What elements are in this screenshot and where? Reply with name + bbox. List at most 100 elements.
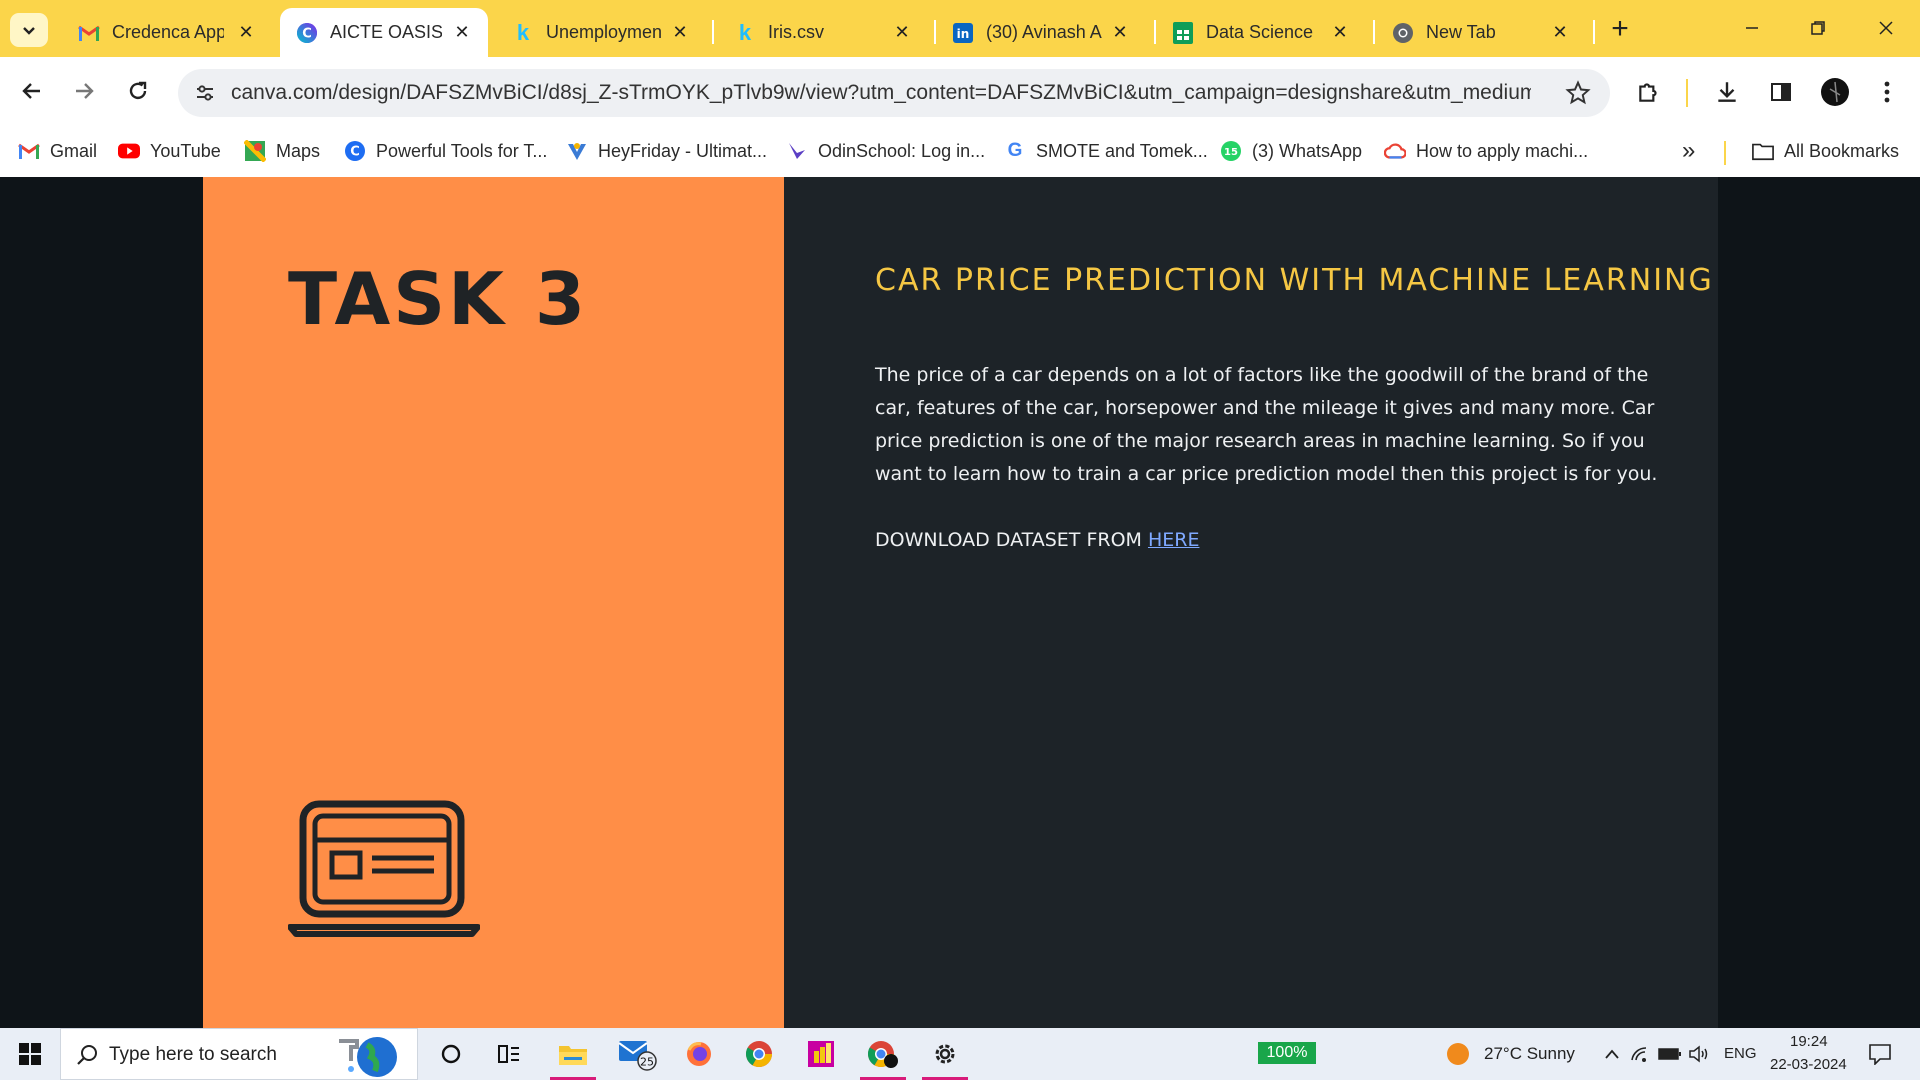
youtube-icon	[118, 140, 140, 162]
chevron-up-icon	[1605, 1049, 1619, 1059]
slide-left-panel: TASK 3	[203, 177, 784, 1028]
clock-time[interactable]: 19:24	[1790, 1033, 1828, 1050]
bookmarks-overflow-button[interactable]: »	[1682, 135, 1695, 167]
bookmark-label: Gmail	[50, 140, 98, 161]
download-dataset-link[interactable]: HERE	[1148, 529, 1200, 551]
odinschool-icon	[786, 140, 808, 162]
chrome-active-app[interactable]	[858, 1032, 908, 1080]
tab-credenca[interactable]: Credenca Appl ✕	[62, 8, 272, 57]
tab-title: Data Science In	[1206, 22, 1316, 42]
tab-title: AICTE OASIS IN	[330, 22, 442, 42]
minimize-button[interactable]	[1732, 10, 1772, 46]
close-icon[interactable]: ✕	[1548, 20, 1572, 44]
battery-percentage[interactable]: 100%	[1258, 1042, 1316, 1064]
site-info-icon[interactable]	[190, 78, 220, 108]
browser-toolbar: canva.com/design/DAFSZMvBiCI/d8sj_Z-sTrm…	[0, 57, 1920, 127]
tab-new-tab[interactable]: New Tab ✕	[1376, 8, 1586, 57]
bookmark-smote[interactable]: G SMOTE and Tomek...	[1004, 135, 1208, 167]
tab-linkedin[interactable]: in (30) Avinash Ar ✕	[936, 8, 1146, 57]
svg-text:25: 25	[640, 1056, 654, 1069]
back-button[interactable]	[14, 73, 50, 109]
clock-date[interactable]: 22-03-2024	[1770, 1056, 1847, 1073]
mail-app[interactable]: 25	[612, 1032, 662, 1076]
side-panel-button[interactable]	[1764, 75, 1798, 109]
bookmark-how-to-apply[interactable]: How to apply machi...	[1384, 135, 1588, 167]
bookmark-maps[interactable]: Maps	[244, 135, 320, 167]
battery-icon[interactable]	[1658, 1042, 1682, 1066]
close-icon[interactable]: ✕	[234, 20, 258, 44]
puzzle-icon	[1639, 83, 1657, 102]
windows-logo-icon	[19, 1043, 41, 1065]
all-bookmarks-button[interactable]: All Bookmarks	[1752, 135, 1899, 167]
reload-icon	[129, 81, 147, 100]
gmail-icon	[18, 140, 40, 162]
bookmark-gmail[interactable]: Gmail	[18, 135, 97, 167]
close-icon	[1879, 21, 1893, 35]
notifications-button[interactable]	[1868, 1042, 1892, 1066]
close-icon[interactable]: ✕	[1108, 20, 1132, 44]
laptop-icon	[288, 800, 480, 937]
chrome-app[interactable]	[734, 1032, 784, 1076]
close-icon[interactable]: ✕	[1328, 20, 1352, 44]
profile-avatar[interactable]	[1818, 75, 1852, 109]
bookmark-star-icon[interactable]	[1564, 79, 1592, 107]
tab-iris-csv[interactable]: k Iris.csv ✕	[718, 8, 928, 57]
tab-aicte-oasis[interactable]: C AICTE OASIS IN ✕	[280, 8, 488, 57]
close-icon[interactable]: ✕	[890, 20, 914, 44]
bookmark-youtube[interactable]: YouTube	[118, 135, 221, 167]
bookmark-whatsapp[interactable]: 15 (3) WhatsApp	[1220, 135, 1362, 167]
firefox-app[interactable]	[674, 1032, 724, 1076]
file-explorer-app[interactable]	[548, 1032, 598, 1080]
extensions-button[interactable]	[1632, 75, 1666, 109]
bookmark-odinschool[interactable]: OdinSchool: Log in...	[786, 135, 985, 167]
show-hidden-icons-button[interactable]	[1600, 1042, 1624, 1066]
browser-menu-button[interactable]	[1870, 75, 1904, 109]
forward-button[interactable]	[66, 73, 102, 109]
taskbar-search-box[interactable]: Type here to search	[60, 1028, 418, 1080]
task-title: TASK 3	[288, 257, 589, 341]
language-indicator[interactable]: ENG	[1724, 1045, 1757, 1062]
weather-sun-icon[interactable]	[1446, 1042, 1470, 1066]
svg-text:C: C	[302, 26, 312, 41]
whatsapp-icon: 15	[1220, 140, 1242, 162]
restore-button[interactable]	[1798, 10, 1838, 46]
svg-text:in: in	[957, 27, 970, 41]
url-text[interactable]: canva.com/design/DAFSZMvBiCI/d8sj_Z-sTrm…	[231, 81, 1531, 105]
address-bar[interactable]: canva.com/design/DAFSZMvBiCI/d8sj_Z-sTrm…	[178, 69, 1610, 117]
tab-title: (30) Avinash Ar	[986, 22, 1102, 42]
bookmark-label: How to apply machi...	[1416, 140, 1589, 161]
tab-data-science[interactable]: Data Science In ✕	[1156, 8, 1366, 57]
folder-icon	[559, 1046, 587, 1065]
close-icon[interactable]: ✕	[668, 20, 692, 44]
close-window-button[interactable]	[1866, 10, 1906, 46]
settings-app[interactable]	[920, 1032, 970, 1080]
cloud-icon	[1384, 140, 1406, 162]
google-icon: G	[1007, 140, 1023, 161]
bookmark-label: (3) WhatsApp	[1252, 140, 1363, 161]
new-tab-button[interactable]: +	[1605, 12, 1635, 45]
download-dataset-label: DOWNLOAD DATASET FROM	[875, 529, 1148, 551]
linkedin-icon: in	[952, 22, 974, 44]
reload-button[interactable]	[120, 73, 156, 109]
tab-unemployment[interactable]: k Unemploymen ✕	[496, 8, 706, 57]
close-icon[interactable]: ✕	[450, 20, 474, 44]
downloads-button[interactable]	[1710, 75, 1744, 109]
tab-separator	[1373, 20, 1375, 44]
start-button[interactable]	[0, 1028, 60, 1080]
powerbi-app[interactable]	[796, 1032, 846, 1076]
task-view-button[interactable]	[484, 1032, 534, 1076]
arrow-left-icon	[22, 83, 40, 99]
windows-taskbar: Type here to search 25 100% 27°C Sunny E…	[0, 1028, 1920, 1080]
tab-search-button[interactable]	[10, 13, 48, 47]
kaggle-icon: k	[516, 19, 530, 45]
bookmark-powerful-tools[interactable]: C Powerful Tools for T...	[344, 135, 547, 167]
wifi-icon[interactable]	[1628, 1042, 1652, 1066]
bookmark-label: Maps	[276, 140, 321, 161]
cortana-button[interactable]	[426, 1032, 476, 1076]
weather-text[interactable]: 27°C Sunny	[1484, 1044, 1575, 1064]
volume-icon[interactable]	[1688, 1042, 1712, 1066]
powerbi-icon	[808, 1041, 834, 1067]
bookmark-heyfriday[interactable]: HeyFriday - Ultimat...	[566, 135, 767, 167]
canva-icon: C	[344, 140, 366, 162]
tab-separator	[712, 20, 714, 44]
